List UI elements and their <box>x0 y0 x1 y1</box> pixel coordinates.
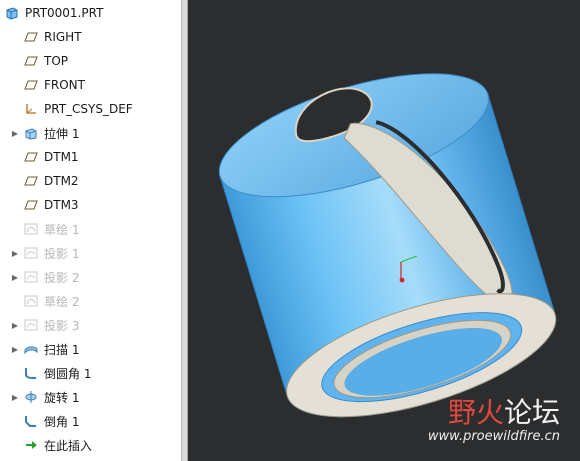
tree-item-label: 扫描 1 <box>44 342 80 357</box>
datum-plane-icon <box>23 173 39 189</box>
tree-item[interactable]: ▶DTM1 <box>0 146 180 168</box>
tree-item[interactable]: ▶在此插入 <box>0 434 180 456</box>
expand-arrow-icon[interactable]: ▶ <box>10 249 20 258</box>
tree-item[interactable]: ▶ 投影 3 <box>0 314 180 336</box>
tree-item-label: PRT_CSYS_DEF <box>44 102 133 116</box>
part-icon <box>4 5 20 21</box>
tree-item-label: 倒圆角 1 <box>44 366 92 381</box>
tree-item[interactable]: ▶ 拉伸 1 <box>0 122 180 144</box>
tree-item[interactable]: ▶FRONT <box>0 74 180 96</box>
tree-item[interactable]: ▶倒角 1 <box>0 410 180 432</box>
tree-item-label: TOP <box>44 54 69 68</box>
tree-item-label: 投影 1 <box>44 246 80 261</box>
tree-item-label: DTM3 <box>44 198 79 212</box>
projection-icon <box>23 245 39 261</box>
datum-plane-icon <box>23 53 39 69</box>
tree-item[interactable]: ▶草绘 2 <box>0 290 180 312</box>
tree-item[interactable]: ▶ 旋转 1 <box>0 386 180 408</box>
tree-item[interactable]: ▶RIGHT <box>0 26 180 48</box>
sketch-icon <box>23 293 39 309</box>
watermark-url: www.proewildfire.cn <box>427 429 560 444</box>
tree-item-label: 投影 2 <box>44 270 80 285</box>
datum-plane-icon <box>23 77 39 93</box>
datum-plane-icon <box>23 149 39 165</box>
graphics-viewport[interactable]: 野火论坛 www.proewildfire.cn <box>189 0 580 461</box>
tree-item[interactable]: ▶ 投影 2 <box>0 266 180 288</box>
tree-item[interactable]: ▶DTM3 <box>0 194 180 216</box>
watermark: 野火论坛 www.proewildfire.cn <box>428 391 560 444</box>
tree-item[interactable]: ▶倒圆角 1 <box>0 362 180 384</box>
watermark-cn-white: 论坛 <box>503 396 560 429</box>
watermark-cn-red: 野火 <box>447 396 504 429</box>
tree-item[interactable]: ▶DTM2 <box>0 170 180 192</box>
projection-icon <box>23 317 39 333</box>
tree-item-label: 在此插入 <box>44 438 93 453</box>
extrude-icon <box>23 125 39 141</box>
csys-icon <box>23 101 39 117</box>
tree-item-label: 旋转 1 <box>44 390 80 405</box>
expand-arrow-icon[interactable]: ▶ <box>10 345 20 354</box>
projection-icon <box>23 269 39 285</box>
tree-item-label: 草绘 2 <box>44 294 80 309</box>
tree-item[interactable]: ▶ 扫描 1 <box>0 338 180 360</box>
tree-item[interactable]: ▶TOP <box>0 50 180 72</box>
tree-root-part[interactable]: PRT0001.PRT <box>0 2 180 24</box>
tree-item-label: 倒角 1 <box>44 414 80 429</box>
expand-arrow-icon[interactable]: ▶ <box>10 393 20 402</box>
sketch-icon <box>23 221 39 237</box>
model-tree-panel: PRT0001.PRT ▶RIGHT▶TOP▶FRONT▶PRT_CSYS_DE… <box>0 0 182 461</box>
tree-item-label: 拉伸 1 <box>44 126 80 141</box>
tree-item-label: DTM1 <box>44 150 79 164</box>
tree-item-label: RIGHT <box>44 30 82 44</box>
expand-arrow-icon[interactable]: ▶ <box>10 321 20 330</box>
tree-item-label: DTM2 <box>44 174 79 188</box>
chamfer-icon <box>23 413 39 429</box>
tree-item-label: 草绘 1 <box>44 222 80 237</box>
sweep-icon <box>23 341 39 357</box>
expand-arrow-icon[interactable]: ▶ <box>10 129 20 138</box>
tree-item[interactable]: ▶PRT_CSYS_DEF <box>0 98 180 120</box>
tree-item-label: FRONT <box>44 78 85 92</box>
tree-item-label: 投影 3 <box>44 318 80 333</box>
tree-scrollbar[interactable] <box>182 0 188 461</box>
insert-here-arrow-icon <box>23 437 39 453</box>
round-icon <box>23 365 39 381</box>
datum-plane-icon <box>23 29 39 45</box>
tree-item[interactable]: ▶草绘 1 <box>0 218 180 240</box>
expand-arrow-icon[interactable]: ▶ <box>10 273 20 282</box>
tree-root-label: PRT0001.PRT <box>25 6 104 20</box>
tree-item[interactable]: ▶ 投影 1 <box>0 242 180 264</box>
revolve-icon <box>23 389 39 405</box>
datum-plane-icon <box>23 197 39 213</box>
